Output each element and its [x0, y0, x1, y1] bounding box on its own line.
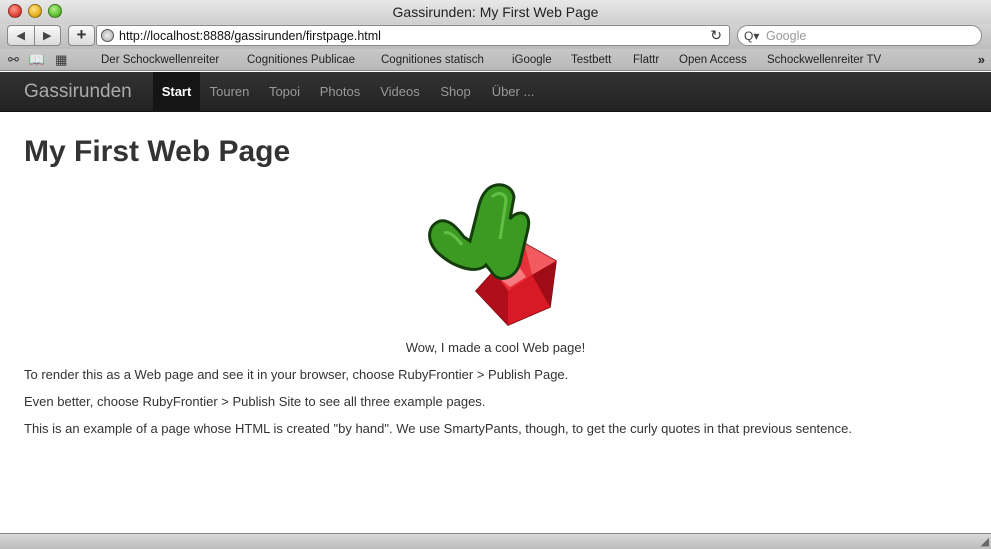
- page-title: My First Web Page: [24, 135, 291, 168]
- search-field[interactable]: Q▾ Google: [737, 25, 982, 46]
- paragraph: Even better, choose RubyFrontier > Publi…: [24, 394, 486, 409]
- reload-icon[interactable]: ↻: [710, 27, 722, 44]
- bookmark-item[interactable]: Flattr: [633, 49, 659, 71]
- site-brand[interactable]: Gassirunden: [24, 72, 132, 112]
- bookmark-item[interactable]: Testbett: [571, 49, 611, 71]
- bookmark-item[interactable]: Cognitiones Publicae: [247, 49, 355, 71]
- forward-icon[interactable]: ▶: [35, 26, 61, 45]
- globe-icon: [101, 29, 114, 42]
- search-icon[interactable]: Q▾: [744, 28, 759, 44]
- browser-toolbar: ◀ ▶ + http://localhost:8888/gassirunden/…: [0, 24, 991, 49]
- image-caption: Wow, I made a cool Web page!: [405, 340, 586, 355]
- page-content: My First Web Page Wow, I made a cool Web…: [0, 113, 991, 533]
- paragraph: To render this as a Web page and see it …: [24, 367, 569, 382]
- address-url[interactable]: http://localhost:8888/gassirunden/firstp…: [119, 28, 381, 44]
- address-bar[interactable]: http://localhost:8888/gassirunden/firstp…: [96, 25, 730, 46]
- top-sites-grid-icon[interactable]: ▦: [55, 52, 77, 67]
- history-buttons: ◀ ▶: [7, 25, 61, 46]
- bookmark-item[interactable]: iGoogle: [512, 49, 552, 71]
- add-bookmark-button[interactable]: +: [68, 25, 95, 46]
- close-window-button[interactable]: [8, 4, 22, 18]
- nav-start[interactable]: Start: [153, 72, 200, 112]
- nav-ueber[interactable]: Über ...: [481, 72, 545, 112]
- more-bookmarks-icon[interactable]: »: [978, 49, 985, 71]
- bookmark-tools-icons: ⚯📖▦: [8, 49, 77, 71]
- title-bar: Gassirunden: My First Web Page: [0, 0, 991, 24]
- resize-grip-icon[interactable]: ◢: [981, 535, 989, 548]
- reading-glasses-icon[interactable]: ⚯: [8, 52, 29, 67]
- nav-shop[interactable]: Shop: [430, 72, 481, 112]
- cactus-ruby-logo: [428, 183, 557, 326]
- nav-photos[interactable]: Photos: [310, 72, 370, 112]
- minimize-window-button[interactable]: [28, 4, 42, 18]
- bookmarks-bar: ⚯📖▦ Der Schockwellenreiter Cognitiones P…: [0, 49, 991, 71]
- open-book-icon[interactable]: 📖: [29, 52, 55, 67]
- bookmark-item[interactable]: Der Schockwellenreiter: [101, 49, 219, 71]
- nav-videos[interactable]: Videos: [370, 72, 430, 112]
- status-bar: ◢: [0, 533, 991, 549]
- bookmark-item[interactable]: Cognitiones statisch: [381, 49, 484, 71]
- nav-topoi[interactable]: Topoi: [259, 72, 310, 112]
- search-placeholder[interactable]: Google: [766, 28, 806, 44]
- back-icon[interactable]: ◀: [8, 26, 35, 45]
- paragraph: This is an example of a page whose HTML …: [24, 421, 852, 436]
- bookmark-item[interactable]: Open Access: [679, 49, 747, 71]
- window-title: Gassirunden: My First Web Page: [392, 4, 599, 20]
- site-navbar: Gassirunden Start Touren Topoi Photos Vi…: [0, 72, 991, 112]
- bookmark-item[interactable]: Schockwellenreiter TV: [767, 49, 881, 71]
- zoom-window-button[interactable]: [48, 4, 62, 18]
- nav-touren[interactable]: Touren: [200, 72, 259, 112]
